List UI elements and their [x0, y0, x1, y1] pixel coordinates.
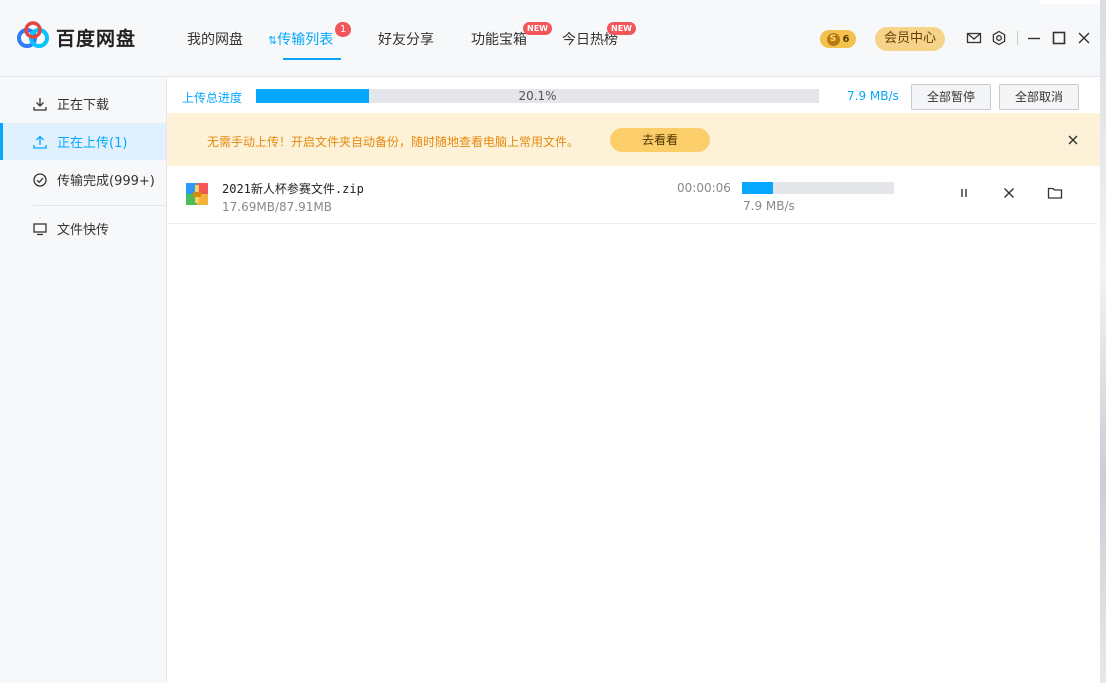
baidu-cloud-logo-icon: [16, 21, 50, 53]
settings-icon[interactable]: [991, 30, 1007, 46]
total-upload-progress: 上传总进度 20.1% 7.9 MB/s 全部暂停 全部取消: [167, 77, 1100, 113]
coin-count: 6: [842, 33, 850, 45]
sidebar-item-uploading[interactable]: 正在上传(1): [0, 123, 166, 160]
total-progress-label: 上传总进度: [182, 91, 243, 105]
sidebar: 正在下载 正在上传(1) 传输完成(999+) 文件快传: [0, 77, 167, 683]
sidebar-item-label: 文件快传: [57, 223, 110, 238]
nav-transfer-list[interactable]: ⇅传输列表: [268, 29, 333, 49]
sidebar-item-quick-transfer[interactable]: 文件快传: [0, 210, 166, 247]
close-icon[interactable]: [1066, 133, 1080, 147]
notice-view-button[interactable]: 去看看: [610, 128, 710, 152]
main-panel: 上传总进度 20.1% 7.9 MB/s 全部暂停 全部取消 无需手动上传！开启…: [167, 77, 1100, 683]
sidebar-item-downloading[interactable]: 正在下载: [0, 85, 166, 122]
nav-transfer-list-label: 传输列表: [277, 32, 334, 48]
sidebar-item-label: 正在下载: [57, 98, 110, 113]
new-badge: NEW: [523, 22, 552, 35]
maximize-icon[interactable]: [1051, 30, 1067, 46]
notice-text: 无需手动上传！开启文件夹自动备份，随时随地查看电脑上常用文件。: [207, 135, 580, 149]
active-tab-underline: [283, 58, 341, 60]
coin-balance[interactable]: S6: [820, 30, 856, 48]
file-size: 17.69MB/87.91MB: [222, 200, 332, 214]
app-name: 百度网盘: [56, 27, 137, 50]
total-progress-percent: 20.1%: [518, 89, 557, 103]
top-bar: 百度网盘 我的网盘 ⇅传输列表 1 好友分享 功能宝箱 NEW 今日热榜 NEW…: [0, 0, 1100, 77]
cancel-all-button[interactable]: 全部取消: [999, 84, 1079, 110]
toolbar-separator: [1017, 31, 1018, 45]
transfer-count-badge: 1: [335, 22, 351, 37]
close-icon[interactable]: [1076, 30, 1092, 46]
upload-icon: [33, 135, 47, 149]
sidebar-item-completed[interactable]: 传输完成(999+): [0, 161, 166, 198]
nav-my-drive[interactable]: 我的网盘: [187, 29, 243, 49]
sidebar-item-label: 正在上传(1): [57, 136, 128, 151]
check-circle-icon: [33, 172, 47, 187]
transfer-arrows-icon: ⇅: [268, 34, 278, 47]
app-logo[interactable]: 百度网盘: [16, 21, 137, 53]
background-window-edge: [1100, 0, 1106, 683]
nav-toolbox[interactable]: 功能宝箱: [471, 29, 527, 49]
pause-icon[interactable]: [956, 185, 972, 201]
sidebar-item-label: 传输完成(999+): [57, 174, 155, 189]
sidebar-divider: [33, 205, 166, 206]
monitor-icon: [33, 222, 47, 236]
total-progress-bar: 20.1%: [256, 89, 819, 103]
backup-notice-banner: 无需手动上传！开启文件夹自动备份，随时随地查看电脑上常用文件。 去看看: [167, 113, 1100, 166]
nav-friend-share[interactable]: 好友分享: [378, 29, 434, 49]
download-icon: [33, 97, 47, 111]
new-badge: NEW: [607, 22, 636, 35]
table-row[interactable]: 2021新人杯参赛文件.zip 17.69MB/87.91MB 00:00:06…: [167, 166, 1097, 224]
zip-file-icon: [186, 183, 208, 205]
coin-icon: S: [826, 32, 840, 46]
mail-icon[interactable]: [966, 30, 982, 46]
folder-icon[interactable]: [1047, 185, 1063, 201]
file-upload-speed: 7.9 MB/s: [743, 199, 795, 213]
file-progress-bar: [742, 182, 894, 194]
file-name: 2021新人杯参赛文件.zip: [222, 182, 364, 196]
total-upload-speed: 7.9 MB/s: [847, 89, 899, 103]
file-progress-fill: [742, 182, 773, 194]
vip-center-button[interactable]: 会员中心: [875, 27, 945, 51]
pause-all-button[interactable]: 全部暂停: [911, 84, 991, 110]
minimize-icon[interactable]: [1026, 30, 1042, 46]
cancel-upload-icon[interactable]: [1001, 185, 1017, 201]
time-remaining: 00:00:06: [677, 181, 731, 195]
app-window: 百度网盘 我的网盘 ⇅传输列表 1 好友分享 功能宝箱 NEW 今日热榜 NEW…: [0, 0, 1100, 683]
window-corner: [1040, 0, 1100, 4]
